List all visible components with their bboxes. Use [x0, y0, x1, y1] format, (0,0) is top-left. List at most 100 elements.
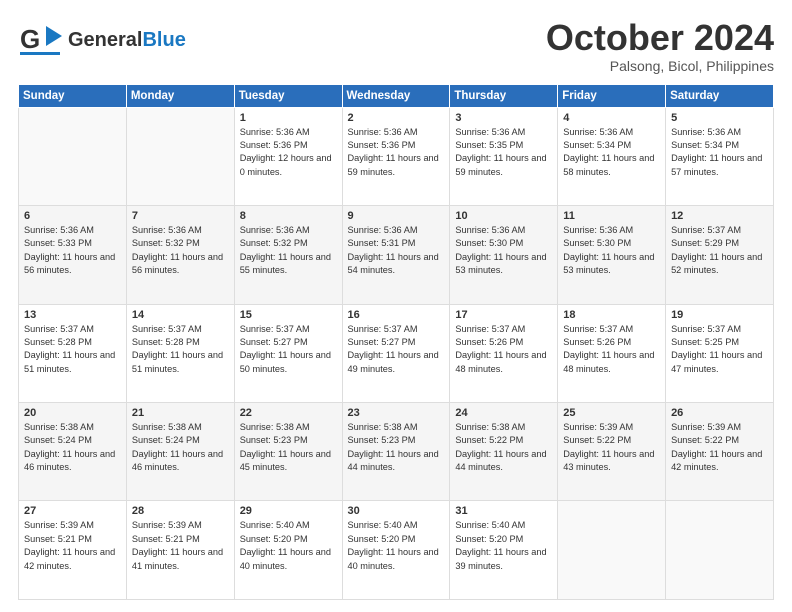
daylight-text: Daylight: 11 hours and 56 minutes.	[24, 251, 121, 278]
sunset-text: Sunset: 5:25 PM	[671, 336, 768, 349]
day-info: Sunrise: 5:36 AMSunset: 5:36 PMDaylight:…	[240, 126, 337, 179]
calendar-cell: 15 Sunrise: 5:37 AMSunset: 5:27 PMDayligh…	[234, 304, 342, 402]
daylight-text: Daylight: 11 hours and 59 minutes.	[455, 152, 552, 179]
day-info: Sunrise: 5:36 AMSunset: 5:30 PMDaylight:…	[563, 224, 660, 277]
calendar-cell: 19Sunrise: 5:37 AMSunset: 5:25 PMDayligh…	[666, 304, 774, 402]
week-row-1: 1Sunrise: 5:36 AMSunset: 5:36 PMDaylight…	[19, 107, 774, 205]
daylight-text: Daylight: 11 hours and 49 minutes.	[348, 349, 445, 376]
daylight-text: Daylight: 12 hours and 0 minutes.	[240, 152, 337, 179]
day-number: 11	[563, 210, 660, 222]
sunrise-text: Sunrise: 5:37 AM	[455, 323, 552, 336]
sunset-text: Sunset: 5:27 PM	[348, 336, 445, 349]
day-number: 23	[348, 407, 445, 419]
calendar-cell: 22 Sunrise: 5:38 AMSunset: 5:23 PMDayligh…	[234, 403, 342, 501]
logo: G GeneralBlue	[18, 18, 186, 62]
daylight-text: Daylight: 11 hours and 42 minutes.	[671, 448, 768, 475]
day-number: 10	[455, 210, 552, 222]
calendar-cell: 16Sunrise: 5:37 AMSunset: 5:27 PMDayligh…	[342, 304, 450, 402]
sunrise-text: Sunrise: 5:39 AM	[24, 519, 121, 532]
sunrise-text: Sunrise: 5:38 AM	[24, 421, 121, 434]
daylight-text: Daylight: 11 hours and 43 minutes.	[563, 448, 660, 475]
calendar-cell: 23 Sunrise: 5:38 AMSunset: 5:23 PMDayligh…	[342, 403, 450, 501]
calendar-cell: 3Sunrise: 5:36 AMSunset: 5:35 PMDaylight…	[450, 107, 558, 205]
day-number: 31	[455, 505, 552, 517]
sunrise-text: Sunrise: 5:37 AM	[348, 323, 445, 336]
sunrise-text: Sunrise: 5:37 AM	[563, 323, 660, 336]
sunrise-text: Sunrise: 5:36 AM	[563, 224, 660, 237]
sunset-text: Sunset: 5:26 PM	[563, 336, 660, 349]
sunrise-text: Sunrise: 5:36 AM	[455, 224, 552, 237]
sunrise-text: Sunrise: 5:36 AM	[240, 224, 337, 237]
calendar-cell: 12 Sunrise: 5:37 AMSunset: 5:29 PMDayligh…	[666, 206, 774, 304]
day-info: Sunrise: 5:37 AMSunset: 5:26 PMDaylight:…	[455, 323, 552, 376]
day-info: Sunrise: 5:36 AMSunset: 5:32 PMDaylight:…	[132, 224, 229, 277]
daylight-text: Daylight: 11 hours and 48 minutes.	[455, 349, 552, 376]
sunrise-text: Sunrise: 5:36 AM	[455, 126, 552, 139]
sunset-text: Sunset: 5:34 PM	[671, 139, 768, 152]
week-row-5: 27 Sunrise: 5:39 AMSunset: 5:21 PMDayligh…	[19, 501, 774, 600]
daylight-text: Daylight: 11 hours and 58 minutes.	[563, 152, 660, 179]
day-number: 12	[671, 210, 768, 222]
day-info: Sunrise: 5:38 AMSunset: 5:23 PMDaylight:…	[348, 421, 445, 474]
sunset-text: Sunset: 5:32 PM	[240, 237, 337, 250]
daylight-text: Daylight: 11 hours and 46 minutes.	[132, 448, 229, 475]
day-info: Sunrise: 5:36 AMSunset: 5:30 PMDaylight:…	[455, 224, 552, 277]
sunrise-text: Sunrise: 5:36 AM	[24, 224, 121, 237]
day-number: 8	[240, 210, 337, 222]
sunset-text: Sunset: 5:33 PM	[24, 237, 121, 250]
week-row-4: 20Sunrise: 5:38 AMSunset: 5:24 PMDayligh…	[19, 403, 774, 501]
day-number: 15	[240, 309, 337, 321]
page: G GeneralBlue October 2024 Palsong, Bico…	[0, 0, 792, 612]
daylight-text: Daylight: 11 hours and 54 minutes.	[348, 251, 445, 278]
sunset-text: Sunset: 5:20 PM	[455, 533, 552, 546]
day-number: 2	[348, 112, 445, 124]
daylight-text: Daylight: 11 hours and 51 minutes.	[132, 349, 229, 376]
day-info: Sunrise: 5:40 AMSunset: 5:20 PMDaylight:…	[348, 519, 445, 572]
day-info: Sunrise: 5:36 AMSunset: 5:34 PMDaylight:…	[671, 126, 768, 179]
day-info: Sunrise: 5:36 AMSunset: 5:34 PMDaylight:…	[563, 126, 660, 179]
weekday-header-friday: Friday	[558, 84, 666, 107]
day-info: Sunrise: 5:40 AMSunset: 5:20 PMDaylight:…	[455, 519, 552, 572]
sunset-text: Sunset: 5:23 PM	[240, 434, 337, 447]
sunset-text: Sunset: 5:24 PM	[132, 434, 229, 447]
sunrise-text: Sunrise: 5:37 AM	[24, 323, 121, 336]
day-number: 17	[455, 309, 552, 321]
sunrise-text: Sunrise: 5:38 AM	[348, 421, 445, 434]
day-number: 21	[132, 407, 229, 419]
svg-text:G: G	[20, 24, 40, 54]
day-number: 13	[24, 309, 121, 321]
day-info: Sunrise: 5:39 AMSunset: 5:21 PMDaylight:…	[132, 519, 229, 572]
sunrise-text: Sunrise: 5:36 AM	[240, 126, 337, 139]
calendar-cell: 6Sunrise: 5:36 AMSunset: 5:33 PMDaylight…	[19, 206, 127, 304]
sunset-text: Sunset: 5:26 PM	[455, 336, 552, 349]
sunrise-text: Sunrise: 5:40 AM	[348, 519, 445, 532]
calendar-cell: 26Sunrise: 5:39 AMSunset: 5:22 PMDayligh…	[666, 403, 774, 501]
logo-icon: G	[18, 18, 62, 62]
week-row-2: 6Sunrise: 5:36 AMSunset: 5:33 PMDaylight…	[19, 206, 774, 304]
calendar-cell: 8 Sunrise: 5:36 AMSunset: 5:32 PMDaylight…	[234, 206, 342, 304]
header: G GeneralBlue October 2024 Palsong, Bico…	[18, 18, 774, 74]
sunrise-text: Sunrise: 5:38 AM	[240, 421, 337, 434]
sunset-text: Sunset: 5:23 PM	[348, 434, 445, 447]
sunset-text: Sunset: 5:31 PM	[348, 237, 445, 250]
day-info: Sunrise: 5:36 AMSunset: 5:32 PMDaylight:…	[240, 224, 337, 277]
sunrise-text: Sunrise: 5:36 AM	[563, 126, 660, 139]
day-number: 27	[24, 505, 121, 517]
sunrise-text: Sunrise: 5:37 AM	[671, 224, 768, 237]
sunset-text: Sunset: 5:36 PM	[348, 139, 445, 152]
day-info: Sunrise: 5:37 AMSunset: 5:29 PMDaylight:…	[671, 224, 768, 277]
day-info: Sunrise: 5:40 AMSunset: 5:20 PMDaylight:…	[240, 519, 337, 572]
day-info: Sunrise: 5:37 AMSunset: 5:25 PMDaylight:…	[671, 323, 768, 376]
calendar-cell: 25Sunrise: 5:39 AMSunset: 5:22 PMDayligh…	[558, 403, 666, 501]
daylight-text: Daylight: 11 hours and 52 minutes.	[671, 251, 768, 278]
sunrise-text: Sunrise: 5:40 AM	[455, 519, 552, 532]
calendar-cell	[19, 107, 127, 205]
day-info: Sunrise: 5:37 AMSunset: 5:27 PMDaylight:…	[240, 323, 337, 376]
day-info: Sunrise: 5:36 AMSunset: 5:35 PMDaylight:…	[455, 126, 552, 179]
calendar-cell: 4 Sunrise: 5:36 AMSunset: 5:34 PMDaylight…	[558, 107, 666, 205]
day-info: Sunrise: 5:38 AMSunset: 5:23 PMDaylight:…	[240, 421, 337, 474]
weekday-header-row: SundayMondayTuesdayWednesdayThursdayFrid…	[19, 84, 774, 107]
day-number: 4	[563, 112, 660, 124]
day-number: 22	[240, 407, 337, 419]
daylight-text: Daylight: 11 hours and 56 minutes.	[132, 251, 229, 278]
